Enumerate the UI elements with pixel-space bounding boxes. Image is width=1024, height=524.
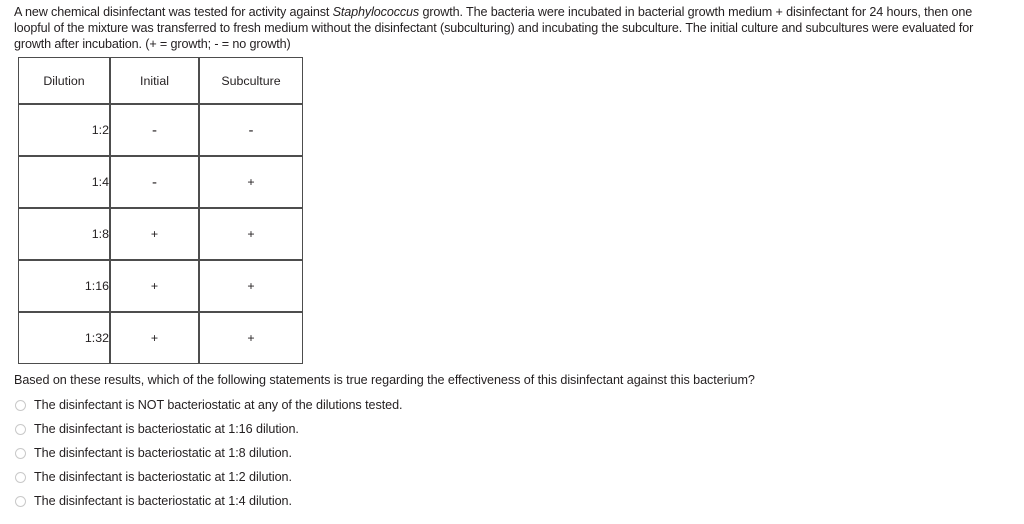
answer-option-label: The disinfectant is bacteriostatic at 1:… (34, 446, 292, 460)
cell-dilution: 1:16 (18, 260, 110, 312)
question-prompt: Based on these results, which of the fol… (14, 373, 755, 387)
column-header-subculture: Subculture (199, 57, 303, 104)
cell-subculture: + (199, 208, 303, 260)
cell-dilution: 1:2 (18, 104, 110, 156)
table-header: Dilution Initial Subculture (18, 57, 303, 104)
radio-button-icon[interactable] (15, 423, 26, 435)
table-row: 1:8 + + (18, 208, 303, 260)
table-row: 1:4 - + (18, 156, 303, 208)
table-row: 1:2 - - (18, 104, 303, 156)
cell-subculture: + (199, 312, 303, 364)
radio-button-icon[interactable] (15, 399, 26, 411)
cell-subculture: + (199, 260, 303, 312)
cell-dilution: 1:4 (18, 156, 110, 208)
results-table: Dilution Initial Subculture 1:2 - - 1:4 … (18, 57, 303, 364)
question-stem-paragraph: A new chemical disinfectant was tested f… (14, 4, 989, 53)
answer-options-list: The disinfectant is NOT bacteriostatic a… (15, 393, 615, 513)
answer-option-label: The disinfectant is NOT bacteriostatic a… (34, 398, 403, 412)
cell-subculture: + (199, 156, 303, 208)
organism-name: Staphylococcus (332, 5, 420, 19)
results-table-container: Dilution Initial Subculture 1:2 - - 1:4 … (18, 57, 303, 364)
table-header-row: Dilution Initial Subculture (18, 57, 303, 104)
radio-button-icon[interactable] (15, 495, 26, 507)
cell-dilution: 1:8 (18, 208, 110, 260)
stem-text-part1: A new chemical disinfectant was tested f… (14, 5, 333, 19)
answer-option-1[interactable]: The disinfectant is bacteriostatic at 1:… (15, 417, 615, 441)
answer-option-3[interactable]: The disinfectant is bacteriostatic at 1:… (15, 465, 615, 489)
table-body: 1:2 - - 1:4 - + 1:8 + + 1:16 + + 1:32 + (18, 104, 303, 364)
answer-option-2[interactable]: The disinfectant is bacteriostatic at 1:… (15, 441, 615, 465)
cell-initial: + (110, 208, 199, 260)
cell-subculture: - (199, 104, 303, 156)
column-header-initial: Initial (110, 57, 199, 104)
table-row: 1:16 + + (18, 260, 303, 312)
answer-option-4[interactable]: The disinfectant is bacteriostatic at 1:… (15, 489, 615, 513)
answer-option-label: The disinfectant is bacteriostatic at 1:… (34, 422, 299, 436)
radio-button-icon[interactable] (15, 447, 26, 459)
answer-option-0[interactable]: The disinfectant is NOT bacteriostatic a… (15, 393, 615, 417)
answer-option-label: The disinfectant is bacteriostatic at 1:… (34, 470, 292, 484)
cell-initial: + (110, 260, 199, 312)
table-row: 1:32 + + (18, 312, 303, 364)
cell-initial: - (110, 104, 199, 156)
answer-option-label: The disinfectant is bacteriostatic at 1:… (34, 494, 292, 508)
column-header-dilution: Dilution (18, 57, 110, 104)
radio-button-icon[interactable] (15, 471, 26, 483)
cell-initial: - (110, 156, 199, 208)
cell-dilution: 1:32 (18, 312, 110, 364)
cell-initial: + (110, 312, 199, 364)
